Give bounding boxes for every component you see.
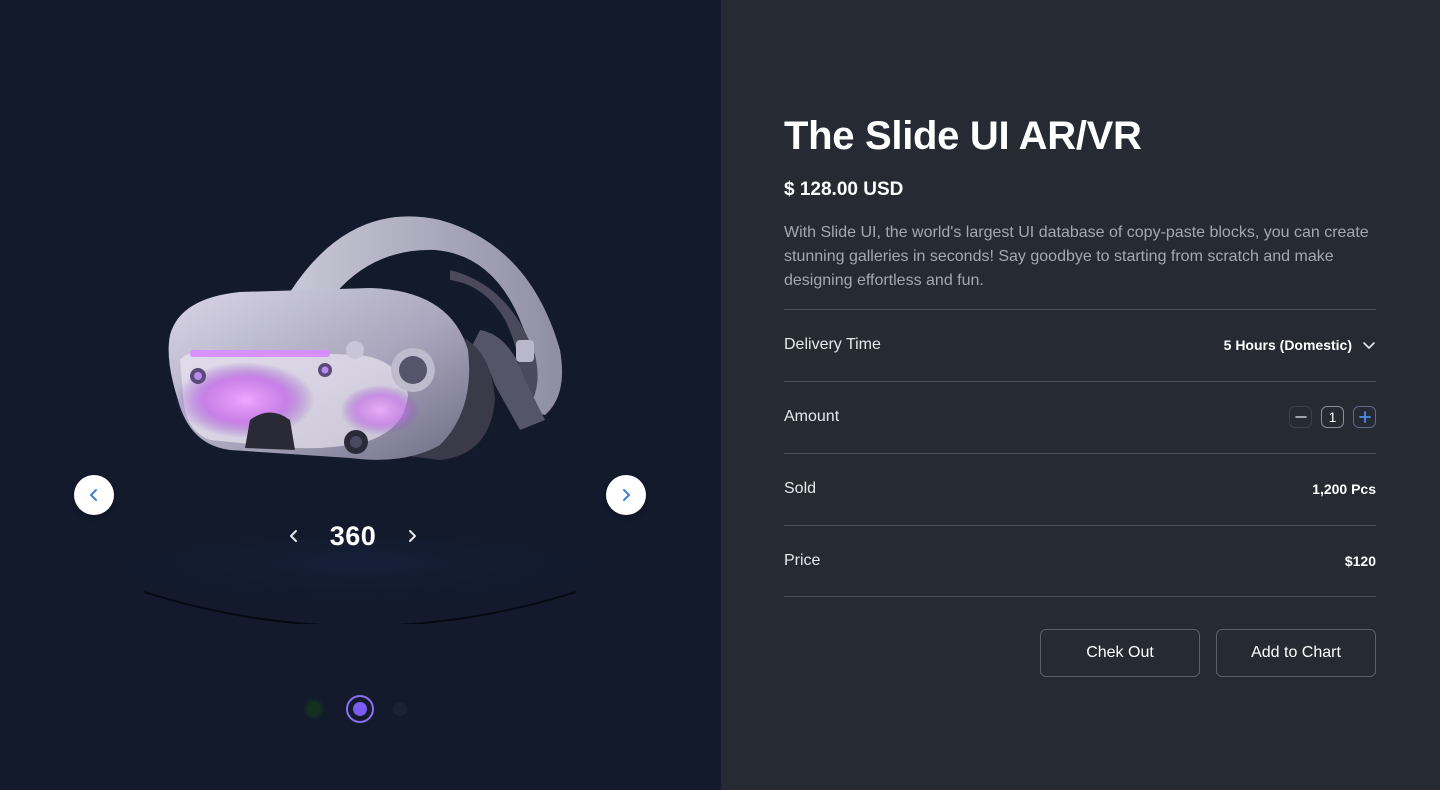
- slide-indicator: [300, 694, 420, 723]
- slide-dot-active[interactable]: [346, 695, 374, 723]
- quantity-value[interactable]: 1: [1321, 406, 1344, 428]
- divider: [784, 309, 1376, 310]
- chevron-down-icon: [1363, 342, 1375, 349]
- delivery-time-label: Delivery Time: [784, 336, 881, 353]
- next-slide-button[interactable]: [606, 475, 646, 515]
- sold-label: Sold: [784, 480, 817, 497]
- divider: [784, 381, 1376, 382]
- minus-icon: [1294, 416, 1307, 418]
- vr-headset-image: [168, 216, 563, 460]
- plus-icon: [1358, 411, 1371, 423]
- divider: [784, 525, 1376, 526]
- rotate-left-button[interactable]: [280, 516, 308, 556]
- rotate-right-button[interactable]: [398, 516, 426, 556]
- chevron-right-icon: [409, 530, 416, 542]
- delivery-time-value: 5 Hours (Domestic): [1223, 337, 1352, 353]
- increase-button[interactable]: [1353, 406, 1376, 428]
- product-price: $ 128.00 USD: [784, 179, 904, 200]
- quantity-stepper: 1: [1289, 406, 1376, 428]
- checkout-button[interactable]: Chek Out: [1040, 629, 1200, 677]
- price-label: Price: [784, 552, 821, 569]
- chevron-left-icon: [290, 530, 297, 542]
- divider: [784, 596, 1376, 597]
- sold-value: 1,200 Pcs: [1312, 481, 1376, 497]
- divider: [784, 453, 1376, 454]
- slide-dot[interactable]: [393, 702, 407, 716]
- chevron-left-icon: [90, 489, 97, 501]
- chevron-right-icon: [623, 489, 630, 501]
- amount-label: Amount: [784, 408, 840, 425]
- product-gallery: 360: [0, 0, 721, 790]
- price-value: $120: [1344, 553, 1376, 569]
- product-description: With Slide UI, the world's largest UI da…: [784, 224, 1369, 289]
- decrease-button[interactable]: [1289, 406, 1312, 428]
- previous-slide-button[interactable]: [74, 475, 114, 515]
- slide-dot[interactable]: [307, 702, 321, 716]
- product-details: The Slide UI AR/VR $ 128.00 USD With Sli…: [721, 0, 1440, 790]
- product-title: The Slide UI AR/VR: [784, 114, 1142, 158]
- delivery-time-select[interactable]: 5 Hours (Domestic): [1224, 334, 1376, 356]
- rotation-control: 360: [280, 516, 426, 556]
- add-to-cart-button[interactable]: Add to Chart: [1216, 629, 1376, 677]
- rotation-value: 360: [329, 520, 377, 551]
